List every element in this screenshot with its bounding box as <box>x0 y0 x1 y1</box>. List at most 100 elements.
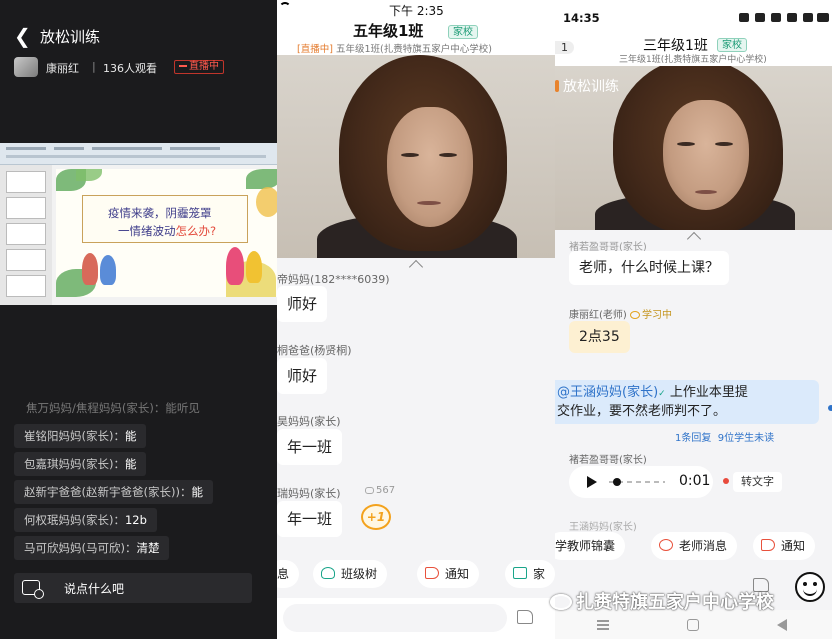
mention-name[interactable]: @王涵妈妈(家长) <box>557 385 658 400</box>
home-nav-icon[interactable] <box>687 619 699 631</box>
chat-message: 马可欣妈妈(马可欣)：清楚 <box>14 536 170 560</box>
chat-message: 崔铭阳妈妈(家长)：能 <box>14 424 147 448</box>
sender-name: 瑞妈妈(家长) <box>277 487 341 500</box>
menu-nav-icon[interactable] <box>597 624 609 626</box>
hd-icon <box>787 13 797 22</box>
voice-duration: 0:01 <box>679 473 711 489</box>
teacher-notice-bubble: @王涵妈妈(家长)✓ 上作业本里提 交作业，要不然老师判不了。 <box>555 380 819 424</box>
tab-notice[interactable]: 通知 <box>753 532 816 560</box>
message-bubble: 师好 <box>277 358 328 394</box>
chat-message: 包嘉琪妈妈(家长)：能 <box>14 452 147 476</box>
back-arrow-icon[interactable]: ❮ <box>14 24 31 48</box>
back-nav-icon[interactable] <box>777 619 787 631</box>
play-icon[interactable] <box>587 476 597 488</box>
quick-tab-bar: 息 班级树 通知 家 <box>277 556 555 592</box>
ppt-toolbar <box>0 143 277 165</box>
tab-messages[interactable]: 息 <box>277 560 300 588</box>
chat-input-bar <box>277 598 555 639</box>
reply-count[interactable]: 567 <box>365 485 395 496</box>
sender-name: 昊妈妈(家长) <box>277 415 341 428</box>
learning-icon <box>630 311 640 319</box>
host-avatar[interactable] <box>14 57 38 77</box>
sender-name: 康丽红(老师) 学习中 <box>569 310 672 321</box>
battery-icon <box>817 13 829 22</box>
collapse-chevron-icon[interactable] <box>686 231 702 247</box>
message-input[interactable] <box>283 604 507 632</box>
class-subtitle: 三年级1班(扎赉特旗五家户中心学校) <box>619 55 767 65</box>
tab-home[interactable]: 家 <box>505 560 555 588</box>
slide-thumbnail[interactable] <box>6 223 46 245</box>
slide-title-line2: 一情绪波动怎么办? <box>118 224 217 238</box>
slide-thumbnail[interactable] <box>6 171 46 193</box>
message-bubble: 年一班 <box>277 501 343 537</box>
current-slide: 疫情来袭，阴霾笼罩 一情绪波动怎么办? <box>56 169 277 297</box>
signal-icon <box>803 13 813 22</box>
status-bar: 14:35 <box>555 0 832 34</box>
message-bubble: 师好 <box>277 286 328 322</box>
unread-dot <box>828 405 832 411</box>
comment-input[interactable]: 说点什么吧 <box>14 573 252 603</box>
message-bubble: 2点35 <box>569 321 630 353</box>
live-badge-label: 直播中 <box>189 61 219 72</box>
class-chat-panel-grade3: 14:35 1 三年级1班 家校 三年级1班(扎赉特旗五家户中心学校) 放松训练… <box>555 0 832 639</box>
chat-header: 1 三年级1班 家校 三年级1班(扎赉特旗五家户中心学校) <box>555 34 832 66</box>
comment-placeholder: 说点什么吧 <box>64 582 125 596</box>
voice-progress-knob[interactable] <box>613 478 621 486</box>
to-text-button[interactable]: 转文字 <box>733 472 782 492</box>
chat-message: 赵新宇爸爸(赵新宇爸爸(家长))：能 <box>14 480 213 504</box>
voice-message[interactable]: 0:01 <box>569 466 713 498</box>
status-time: 下午 2:35 <box>389 4 444 18</box>
chat-input-icon <box>22 580 44 599</box>
thumbs-up-icon[interactable] <box>517 610 533 624</box>
wifi-icon <box>279 2 291 12</box>
live-title: 放松训练 <box>40 28 101 46</box>
tab-class-tree[interactable]: 班级树 <box>313 560 388 588</box>
screenshot-collage: ❮ 放松训练 康丽红 | 136人观看 直播中 疫情来袭，阴霾笼罩 一情绪波动怎… <box>0 0 832 639</box>
chat-header: 五年级1班 家校 [直播中] 五年级1班(扎赉特旗五家户中心学校) <box>277 18 555 55</box>
live-room-panel: ❮ 放松训练 康丽红 | 136人观看 直播中 疫情来袭，阴霾笼罩 一情绪波动怎… <box>0 0 277 639</box>
shared-screen: 疫情来袭，阴霾笼罩 一情绪波动怎么办? <box>0 143 277 305</box>
tab-teacher-tips[interactable]: 学教师锦囊 <box>555 532 626 560</box>
emoji-icon[interactable] <box>795 572 825 602</box>
home-school-badge: 家校 <box>717 38 747 52</box>
message-bubble: 老师，什么时候上课？ <box>569 251 729 285</box>
slide-thumbnail[interactable] <box>6 197 46 219</box>
mute-icon <box>755 13 765 22</box>
slide-title-line1: 疫情来袭，阴霾笼罩 <box>108 206 212 220</box>
sender-name: 桐爸爸(杨贤桐) <box>277 344 352 357</box>
sender-name: 褚若盈哥哥(家长) <box>569 455 647 466</box>
viewer-count: 136人观看 <box>103 62 157 75</box>
slide-thumbnail[interactable] <box>6 249 46 271</box>
message-bubble: 年一班 <box>277 429 343 465</box>
class-title: 五年级1班 <box>353 22 424 40</box>
chat-message: 焦万妈妈/焦程妈妈(家长)：能听见 <box>26 401 200 415</box>
wechat-icon <box>550 594 572 610</box>
tab-teacher-messages[interactable]: 老师消息 <box>651 532 738 560</box>
alarm-icon <box>739 13 749 22</box>
live-indicator-icon <box>555 80 559 92</box>
reply-info[interactable]: 1条回复 9位学生未读 <box>675 429 774 444</box>
home-icon <box>513 567 527 579</box>
status-time: 14:35 <box>563 11 600 25</box>
chat-message: 何权珉妈妈(家长)：12b <box>14 508 157 532</box>
slide-thumbnail[interactable] <box>6 275 46 297</box>
live-bar-icon <box>179 65 187 67</box>
live-overlay-title: 放松训练 <box>555 76 619 96</box>
sender-name: 帝妈妈(182****6039) <box>277 273 390 286</box>
megaphone-icon <box>761 539 775 551</box>
back-unread-count[interactable]: 1 <box>555 41 574 54</box>
host-name: 康丽红 <box>46 62 79 75</box>
live-badge: 直播中 <box>174 60 224 74</box>
comment-icon <box>365 486 374 494</box>
collapse-chevron-icon[interactable] <box>408 259 424 275</box>
divider: | <box>92 60 96 73</box>
home-school-badge: 家校 <box>448 25 478 39</box>
tab-notice[interactable]: 通知 <box>417 560 480 588</box>
live-video[interactable] <box>277 55 555 258</box>
system-nav-bar <box>555 610 832 639</box>
watermark: 扎赉特旗五家户中心学校 <box>550 588 774 614</box>
plus-one-button[interactable]: +1 <box>361 504 391 530</box>
message-icon <box>659 539 673 551</box>
tree-icon <box>321 567 335 579</box>
unplayed-dot <box>723 478 729 484</box>
